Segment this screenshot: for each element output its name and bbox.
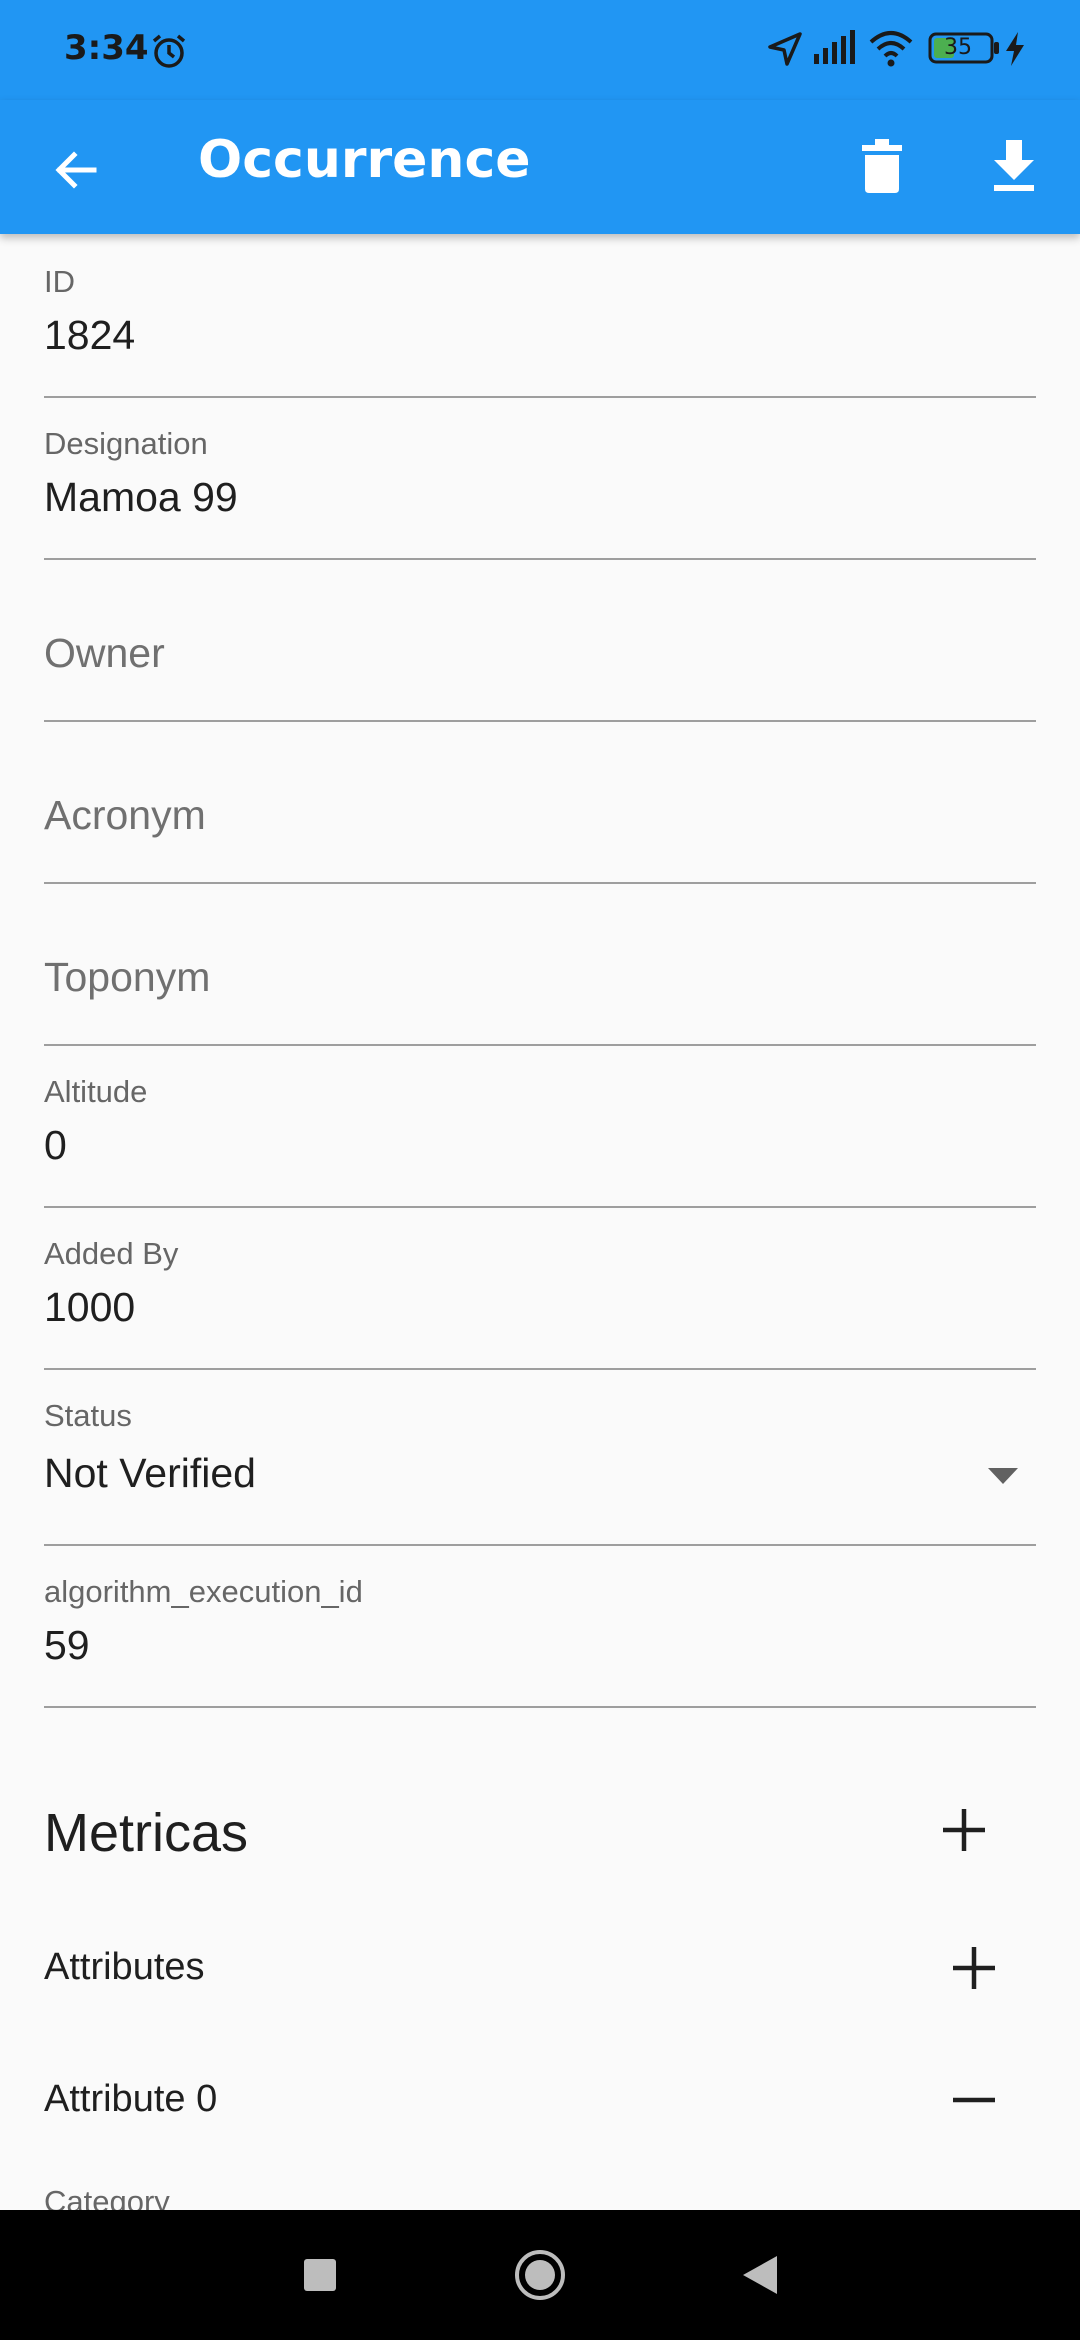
added-by-field[interactable]: Added By 1000	[44, 1206, 1036, 1370]
recents-button[interactable]	[280, 2235, 360, 2315]
status-label: Status	[44, 1398, 132, 1433]
acronym-hint: Acronym	[44, 792, 206, 838]
algorithm-execution-field[interactable]: algorithm_execution_id 59	[44, 1544, 1036, 1708]
remove-attribute-button[interactable]	[934, 2060, 1014, 2140]
status-value: Not Verified	[44, 1450, 256, 1496]
category-label: Category	[44, 2184, 170, 2210]
altitude-value: 0	[44, 1122, 67, 1168]
download-button[interactable]	[974, 126, 1054, 206]
minus-icon	[953, 2097, 995, 2103]
attributes-section: Attributes	[44, 1920, 1036, 2016]
algorithm-execution-value: 59	[44, 1622, 90, 1668]
id-label: ID	[44, 264, 75, 299]
square-icon	[304, 2259, 336, 2291]
acronym-field[interactable]: Acronym	[44, 720, 1036, 884]
status-dropdown[interactable]: Status Not Verified	[44, 1368, 1036, 1546]
status-time: 3:34	[64, 28, 149, 68]
attributes-title: Attributes	[44, 1946, 205, 1988]
designation-field[interactable]: Designation Mamoa 99	[44, 396, 1036, 560]
owner-hint: Owner	[44, 630, 165, 676]
attribute-0-title: Attribute 0	[44, 2078, 218, 2120]
page-title: Occurrence	[198, 130, 531, 190]
signal-icon	[812, 30, 856, 71]
home-button[interactable]	[500, 2235, 580, 2315]
added-by-value: 1000	[44, 1284, 136, 1330]
download-icon	[994, 140, 1034, 191]
caret-down-icon	[988, 1468, 1018, 1484]
wifi-icon	[868, 28, 914, 73]
back-button[interactable]	[36, 130, 116, 210]
back-nav-button[interactable]	[720, 2235, 800, 2315]
altitude-label: Altitude	[44, 1074, 148, 1109]
toponym-hint: Toponym	[44, 954, 211, 1000]
navigation-bar	[0, 2210, 1080, 2340]
toponym-field[interactable]: Toponym	[44, 882, 1036, 1046]
location-arrow-icon	[766, 30, 804, 73]
designation-value: Mamoa 99	[44, 474, 238, 520]
attribute-0-row: Attribute 0	[44, 2052, 1036, 2148]
add-metrica-button[interactable]	[924, 1790, 1004, 1870]
plus-icon	[953, 1947, 995, 1989]
designation-label: Designation	[44, 426, 208, 461]
delete-button[interactable]	[842, 126, 922, 206]
plus-icon	[943, 1809, 985, 1851]
metricas-title: Metricas	[44, 1803, 249, 1863]
category-field[interactable]: Category	[44, 2184, 1036, 2210]
algorithm-execution-label: algorithm_execution_id	[44, 1574, 363, 1609]
charging-bolt-icon	[1004, 32, 1026, 71]
app-bar: Occurrence	[0, 100, 1080, 234]
alarm-icon	[150, 32, 188, 75]
circle-icon	[515, 2250, 565, 2300]
add-attribute-button[interactable]	[934, 1928, 1014, 2008]
metricas-section: Metricas	[44, 1772, 1036, 1882]
altitude-field[interactable]: Altitude 0	[44, 1044, 1036, 1208]
trash-icon	[862, 139, 902, 193]
battery-icon: 35	[928, 32, 1000, 64]
id-field[interactable]: ID 1824	[44, 234, 1036, 398]
occurrence-form[interactable]: ID 1824 Designation Mamoa 99 Owner Acron…	[0, 234, 1080, 2210]
status-bar: 3:34 35	[0, 0, 1080, 100]
id-value: 1824	[44, 312, 136, 358]
added-by-label: Added By	[44, 1236, 179, 1271]
owner-field[interactable]: Owner	[44, 558, 1036, 722]
triangle-back-icon	[743, 2256, 777, 2294]
arrow-left-icon	[55, 151, 97, 189]
battery-level: 35	[944, 35, 972, 60]
